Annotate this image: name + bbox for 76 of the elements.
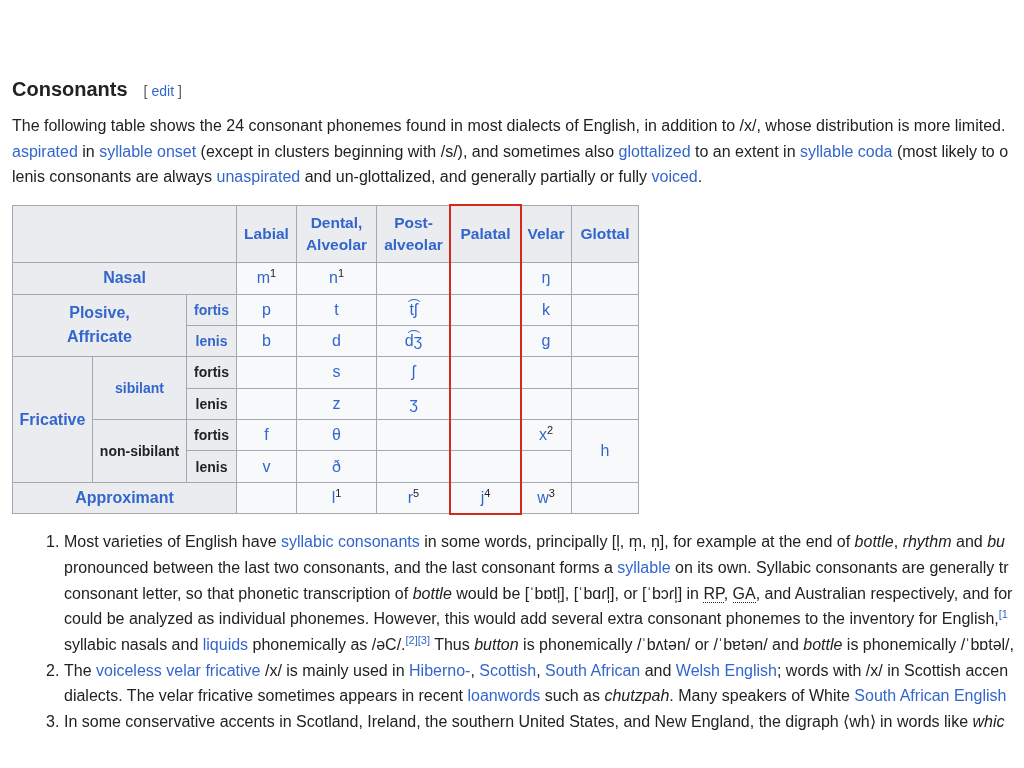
citation-link[interactable]: [3] [417,633,430,646]
text-link[interactable]: South African English [854,687,1007,705]
text-link[interactable]: aspirated [12,142,78,160]
column-header: Velar [521,206,572,264]
text-link[interactable]: liquids [202,636,249,654]
abbreviation: GA [732,584,756,603]
column-header: Labial [237,206,297,264]
empty-cell [521,357,572,389]
row-header: fortis [187,294,237,326]
text-link[interactable]: glottalized [618,142,691,160]
text-link[interactable]: syllable [617,558,671,576]
phoneme-cell: r$^{5}$ [377,482,451,515]
row-header: Fricative [13,357,93,483]
text-link[interactable]: Scottish [479,661,537,679]
row-header: lenis [187,388,237,421]
text-link[interactable]: Welsh English [675,661,777,679]
text-link[interactable]: syllabic consonants [281,533,420,551]
phoneme-cell: t͡ʃ [377,294,451,326]
phoneme-cell: x$^{2}$ [521,420,572,452]
phoneme-cell: z [297,388,377,421]
row-header: Approximant [13,482,237,515]
row-header: Nasal [13,263,237,295]
phoneme-cell: v [237,451,297,483]
phoneme-cell: ʒ [377,388,451,421]
edit-bracket: ] [178,83,182,99]
citation-link[interactable]: [2] [405,633,418,646]
text-link[interactable]: syllable onset [99,142,197,160]
empty-cell [521,451,572,483]
row-header: fortis [187,420,237,452]
text-link[interactable]: syllable coda [800,142,893,160]
row-header: lenis [187,325,237,358]
edit-link[interactable]: edit [151,83,175,99]
phoneme-cell: b [237,325,297,358]
phoneme-cell: p [237,294,297,326]
text-link[interactable]: South African [545,661,641,679]
row-header: fortis [187,357,237,389]
footnote-number: 2. [46,660,60,681]
phoneme-cell: m$^{1}$ [237,263,297,295]
phoneme-cell: θ [297,420,377,452]
phoneme-cell: s [297,357,377,389]
phoneme-cell: d [297,325,377,358]
phoneme-cell: ŋ [521,263,572,295]
phoneme-cell: ʃ [377,357,451,389]
column-header: Dental, Alveolar [297,206,377,264]
phoneme-cell: ɡ [521,325,572,358]
text-link[interactable]: loanwords [467,687,541,705]
footnote-text: The voiceless velar fricative /x/ is mainly used in Hiberno-, Scottish, South African and Welsh English; words with /x/ in Scottish accen dialects. The velar fricative sometimes appears in recent loanwords such as chutzpah. Many speakers of White South African English [64,660,1009,707]
text-link[interactable]: unaspirated [216,168,301,186]
text-link[interactable]: voiced [651,168,698,186]
row-header: sibilant [93,357,187,421]
phoneme-cell: t [297,294,377,326]
footnote-number: 1. [46,532,60,553]
row-header: Plosive, Affricate [13,294,187,358]
column-header: Glottal [572,206,639,264]
phoneme-cell: l$^{1}$ [297,482,377,515]
row-header: non-sibilant [93,420,187,483]
text-link[interactable]: voiceless velar fricative [96,661,261,679]
row-header: lenis [187,451,237,483]
footnote-number: 3. [46,712,60,733]
phoneme-cell: k [521,294,572,326]
section-heading: Consonants [12,77,128,102]
phoneme-cell: f [237,420,297,452]
phoneme-cell: w$^{3}$ [521,482,572,515]
phoneme-cell: ð [297,451,377,483]
edit-bracket: [ [143,83,148,99]
intro-paragraph: The following table shows the 24 consonant phonemes found in most dialects of English, in addition to /x/, whose distribution is more limited. aspirated in syllable onset (except in clusters beginning with /s/), and sometimes also glottalized to an extent in syllable coda (most likely to o lenis consonants are always unaspirated and un-glottalized, and generally partially or fully voiced. [12,116,1010,188]
abbreviation: RP [703,584,724,603]
citation-link[interactable]: [1 [998,608,1008,620]
column-header: Palatal [451,206,521,264]
phoneme-cell: n$^{1}$ [297,263,377,295]
column-header: Post-alveolar [377,206,451,264]
empty-cell [521,388,572,421]
footnote-text: In some conservative accents in Scotland, Ireland, the southern United States, and New England, the digraph ⟨wh⟩ in words like whic [64,712,1005,733]
text-link[interactable]: Hiberno- [409,661,471,679]
phoneme-cell: h [572,420,639,483]
phoneme-cell: d͡ʒ [377,325,451,358]
